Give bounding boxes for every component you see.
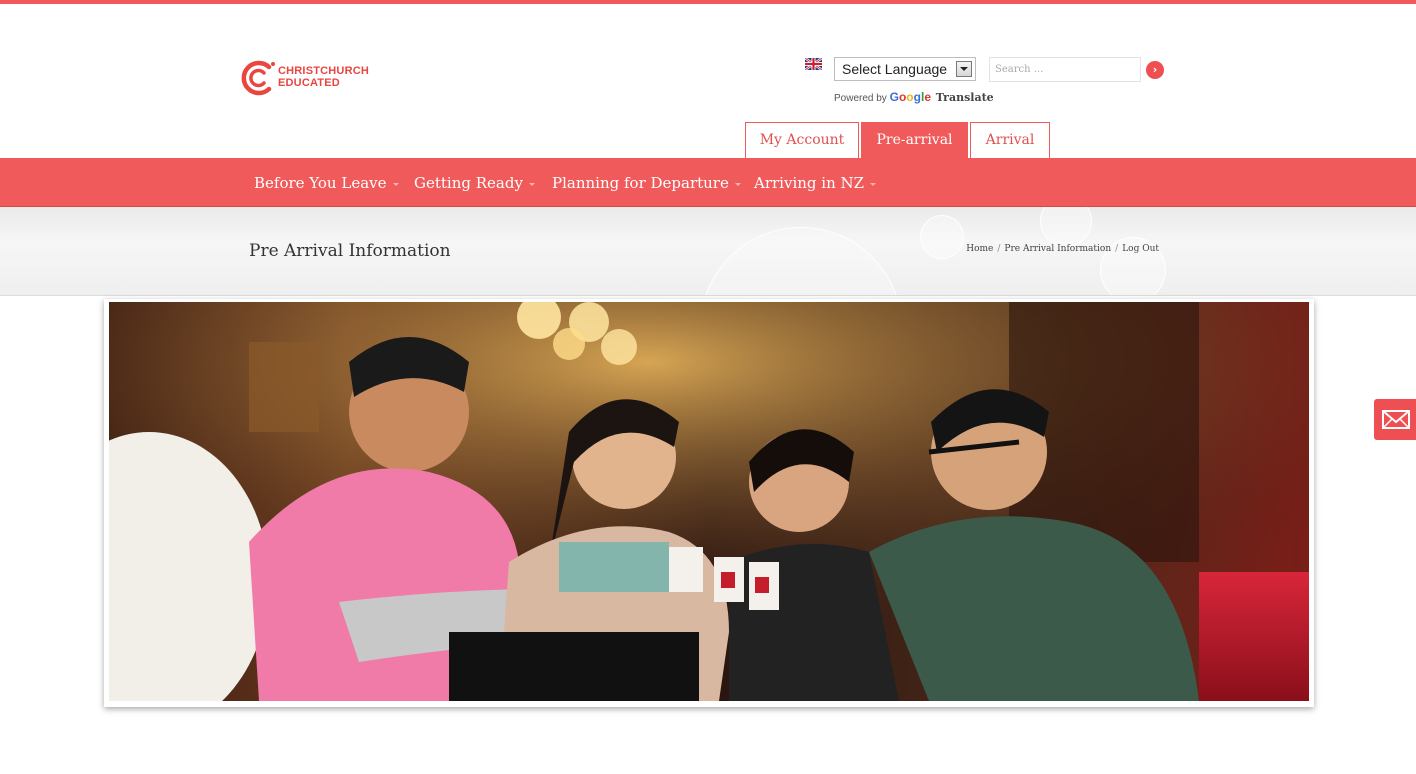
- page-title: Pre Arrival Information: [249, 241, 451, 261]
- breadcrumb-home[interactable]: Home: [966, 244, 993, 254]
- powered-by-google-translate: Powered by Google Translate: [834, 90, 994, 104]
- breadcrumb-pre-arrival[interactable]: Pre Arrival Information: [1004, 244, 1111, 254]
- bokeh-decoration: [1040, 207, 1092, 247]
- hero-photo: [109, 302, 1309, 701]
- hero-banner: [104, 299, 1314, 707]
- contact-mail-button[interactable]: [1374, 399, 1416, 440]
- logo-text: CHRISTCHURCH EDUCATED: [278, 65, 369, 89]
- nav-before-you-leave[interactable]: Before You Leave: [254, 174, 399, 192]
- nav-planning-for-departure[interactable]: Planning for Departure: [552, 174, 741, 192]
- tab-my-account[interactable]: My Account: [745, 122, 859, 158]
- nav-label: Planning for Departure: [552, 174, 729, 192]
- bokeh-decoration: [700, 227, 902, 295]
- nav-arriving-in-nz[interactable]: Arriving in NZ: [754, 174, 877, 192]
- breadcrumb: Home / Pre Arrival Information / Log Out: [966, 244, 1159, 254]
- page-header-band: Pre Arrival Information Home / Pre Arrival…: [0, 207, 1416, 296]
- logo-line-1: CHRISTCHURCH: [278, 65, 370, 77]
- google-logo: Google: [889, 90, 931, 104]
- nav-getting-ready[interactable]: Getting Ready: [414, 174, 535, 192]
- nav-label: Getting Ready: [414, 174, 523, 192]
- caret-down-icon: [870, 182, 877, 186]
- top-accent-line: [0, 0, 1416, 4]
- search-input[interactable]: Search ...: [989, 57, 1141, 82]
- caret-down-icon: [392, 182, 399, 186]
- envelope-icon: [1382, 410, 1410, 429]
- uk-flag-icon[interactable]: [805, 58, 822, 70]
- translate-text: Translate: [935, 91, 994, 104]
- tab-pre-arrival[interactable]: Pre-arrival: [861, 122, 968, 158]
- search-button[interactable]: ›: [1146, 61, 1164, 79]
- caret-down-icon: [734, 182, 741, 186]
- caret-down-icon: [528, 182, 535, 186]
- breadcrumb-log-out[interactable]: Log Out: [1122, 244, 1159, 254]
- search-placeholder: Search ...: [995, 64, 1044, 75]
- site-logo[interactable]: CHRISTCHURCH EDUCATED: [240, 58, 380, 98]
- dropdown-arrow-icon[interactable]: [956, 61, 972, 77]
- powered-by-text: Powered by: [834, 93, 887, 104]
- main-navigation: Before You Leave Getting Ready Planning …: [0, 158, 1416, 207]
- nav-label: Arriving in NZ: [754, 174, 865, 192]
- logo-line-2: EDUCATED: [278, 77, 340, 89]
- language-select-value: Select Language: [842, 61, 948, 77]
- nav-label: Before You Leave: [254, 174, 387, 192]
- language-select[interactable]: Select Language: [834, 57, 976, 81]
- students-cafe-photo: [109, 302, 1309, 701]
- chevron-right-icon: ›: [1152, 63, 1158, 76]
- tab-arrival[interactable]: Arrival: [970, 122, 1050, 158]
- logo-mark-icon: [241, 60, 275, 96]
- bokeh-decoration: [920, 215, 964, 259]
